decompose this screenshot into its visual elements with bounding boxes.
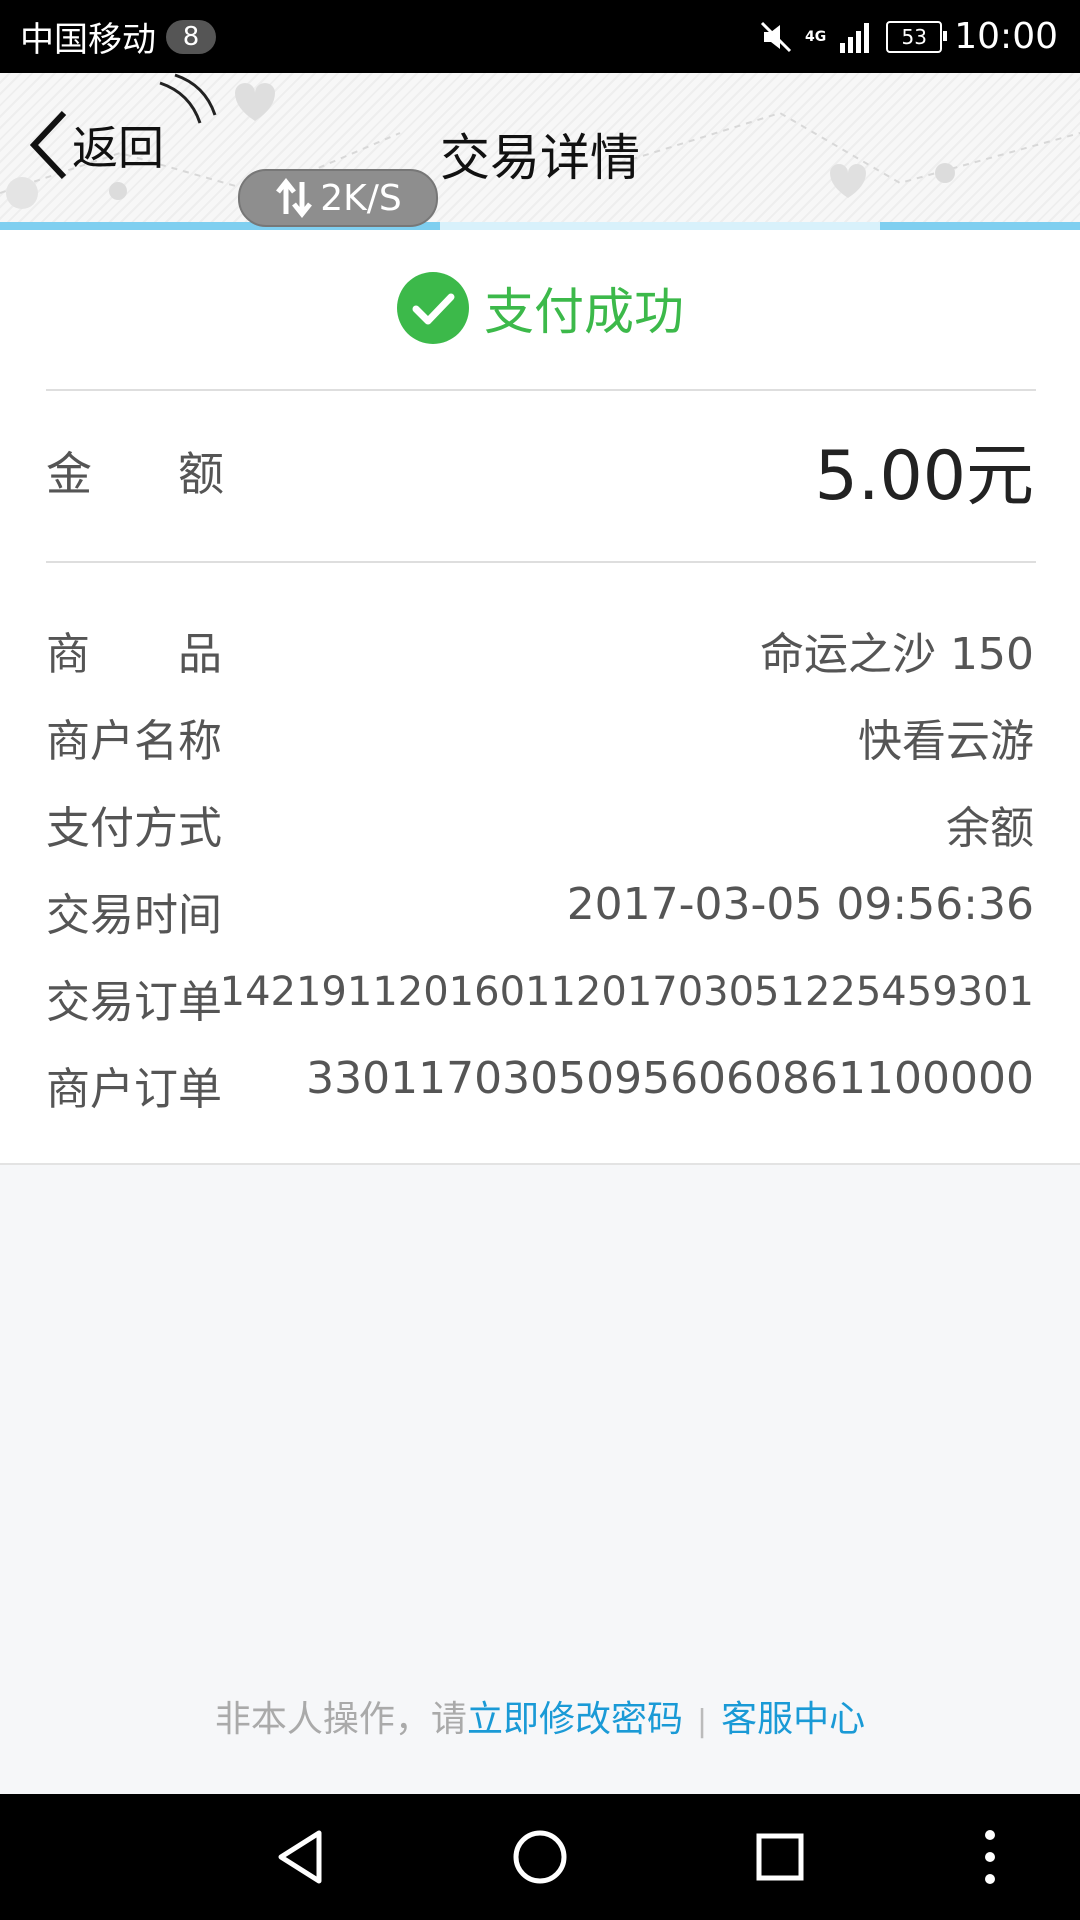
detail-label-transaction-order: 交易订单 [46, 977, 222, 1028]
notification-count-badge: 8 [166, 19, 216, 54]
detail-label-product: 商品 [46, 629, 310, 680]
check-circle-icon [397, 272, 469, 344]
nav-back-button[interactable] [250, 1794, 350, 1920]
footer-prefix-text: 非本人操作，请 [214, 1699, 467, 1740]
status-left: 中国移动 8 [20, 0, 216, 73]
carrier-name: 中国移动 [20, 20, 156, 60]
payment-status-text: 支付成功 [484, 283, 684, 341]
detail-label-merchant-order: 商户订单 [46, 1064, 222, 1115]
page-title: 交易详情 [440, 129, 640, 187]
network-speed-indicator: 2K/S [238, 169, 438, 227]
network-speed-label: 2K/S [320, 177, 402, 219]
detail-value-merchant-order: 330117030509560608611000​00 [306, 1053, 1034, 1104]
customer-service-link[interactable]: 客服中心 [721, 1699, 865, 1740]
detail-value-product: 命运之沙 150 [760, 629, 1034, 680]
system-navigation-bar [0, 1794, 1080, 1920]
security-footer: 非本人操作，请立即修改密码 | 客服中心 [0, 1690, 1080, 1742]
amount-value: 5.00元 [814, 437, 1034, 516]
detail-label-transaction-time: 交易时间 [46, 890, 222, 941]
data-transfer-arrows-icon [276, 178, 313, 218]
header-accent-highlight [440, 222, 880, 230]
recents-square-icon [756, 1833, 804, 1881]
change-password-link[interactable]: 立即修改密码 [467, 1699, 683, 1740]
detail-value-payment-method: 余额 [946, 803, 1034, 854]
network-type-label: 4G [805, 28, 827, 45]
app-header: 返回 交易详情 2K/S [0, 73, 1080, 230]
battery-icon: 53 [886, 20, 948, 53]
nav-home-button[interactable] [490, 1794, 590, 1920]
more-dots-icon [985, 1830, 995, 1884]
detail-value-merchant: 快看云游 [858, 716, 1034, 767]
detail-label-merchant: 商户名称 [46, 716, 222, 767]
payment-status: 支付成功 [0, 268, 1080, 348]
detail-value-transaction-order: 1421911201601120170305122545930​1 [219, 969, 1034, 1015]
detail-label-payment-method: 支付方式 [46, 803, 222, 854]
amount-label: 金额 [46, 447, 310, 501]
back-triangle-icon [278, 1830, 322, 1884]
status-bar: 中国移动 8 4G 53 10:00 [0, 0, 1080, 73]
signal-strength-icon [840, 22, 870, 53]
status-right: 4G 53 10:00 [759, 0, 1058, 73]
footer-separator: | [696, 1704, 708, 1739]
home-circle-icon [513, 1830, 567, 1884]
divider [46, 389, 1036, 391]
transaction-detail-card: 支付成功 金额 5.00元 商品 命运之沙 150 商户名称 快看云游 支付方式… [0, 230, 1080, 1165]
muted-speaker-icon [760, 21, 792, 52]
status-clock: 10:00 [954, 16, 1058, 57]
divider [46, 561, 1036, 563]
nav-more-button[interactable] [960, 1794, 1020, 1920]
detail-value-transaction-time: 2017-03-05 09:56:36 [566, 879, 1034, 930]
nav-recents-button[interactable] [730, 1794, 830, 1920]
